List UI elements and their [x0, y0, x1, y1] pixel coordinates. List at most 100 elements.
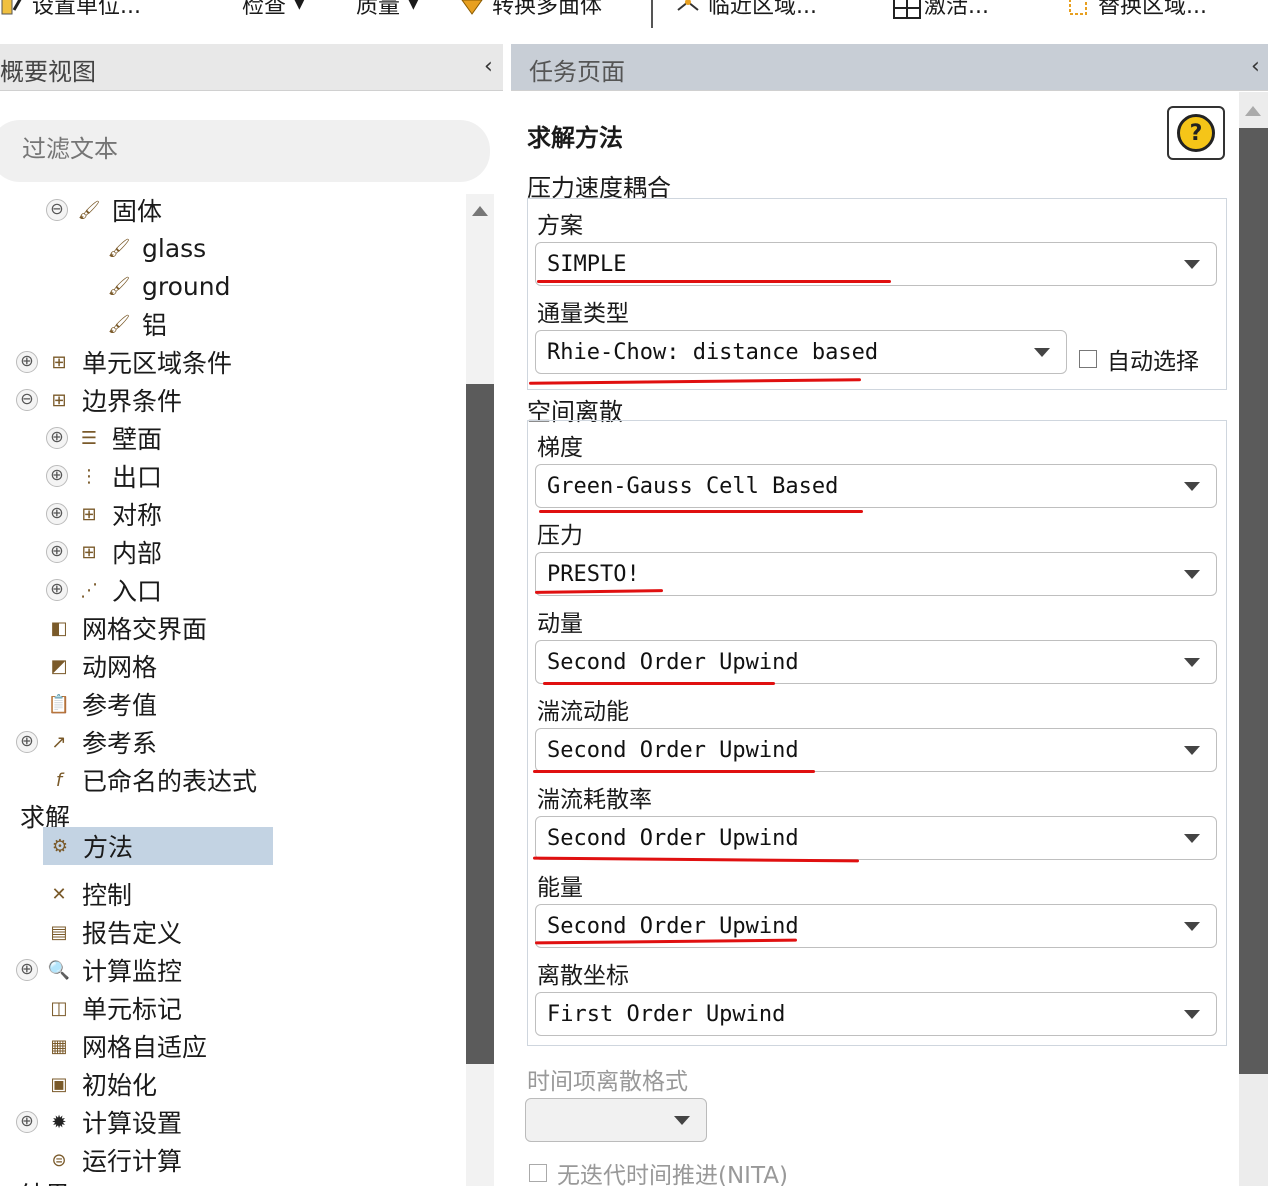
mesh-adaption-icon: ▦ — [50, 1035, 68, 1057]
adjacency-icon — [676, 0, 700, 16]
tree-item-symmetry[interactable]: ⊕ ⊞ 对称 — [46, 496, 162, 532]
calculation-activities-icon: ✹ — [51, 1111, 67, 1133]
checkbox-box[interactable] — [529, 1164, 547, 1182]
expand-icon[interactable]: ⊕ — [16, 1111, 38, 1133]
outline-title: 概要视图 — [0, 58, 96, 86]
tree-item-mesh-interfaces[interactable]: ◧ 网格交界面 — [48, 610, 207, 646]
outline-header: 概要视图 ‹ — [0, 44, 503, 91]
tree-item-run-calculation[interactable]: ⊜ 运行计算 — [48, 1142, 182, 1178]
annotation-underline — [539, 510, 863, 513]
adjacency-button[interactable]: 临近区域... — [676, 0, 817, 20]
scrollbar-thumb[interactable] — [1239, 128, 1268, 1074]
tree-item-aluminum[interactable]: 🖌 铝 — [108, 306, 167, 342]
controls-icon: ✕ — [51, 883, 67, 905]
solid-material-icon: 🖌 — [77, 199, 101, 221]
scrollbar-thumb[interactable] — [466, 384, 494, 1064]
expand-icon[interactable]: ⊕ — [46, 579, 68, 601]
expand-icon[interactable]: ⊕ — [16, 351, 38, 373]
cell-registers-icon: ◫ — [50, 997, 68, 1019]
expand-icon[interactable]: ⊕ — [46, 427, 68, 449]
expand-icon[interactable]: ⊕ — [16, 731, 38, 753]
tree-item-reference-values[interactable]: 📋 参考值 — [48, 686, 157, 722]
initialization-icon: ▣ — [50, 1073, 68, 1095]
dissipation-dropdown[interactable]: Second Order Upwind — [535, 816, 1217, 860]
reference-frame-icon: ↗ — [51, 731, 67, 753]
task-header: 任务页面 ‹ — [511, 44, 1268, 91]
boundary-icon: ⊞ — [51, 389, 67, 411]
discrete-ordinates-label: 离散坐标 — [537, 963, 629, 989]
expand-icon[interactable]: ⊕ — [46, 465, 68, 487]
tree-item-glass[interactable]: 🖌 glass — [108, 230, 207, 266]
tree-item-results[interactable]: 结果 — [20, 1178, 70, 1186]
activate-button[interactable]: 激活... — [892, 0, 989, 20]
scroll-up-icon[interactable] — [1245, 106, 1261, 116]
flux-type-label: 通量类型 — [537, 301, 629, 327]
tree-item-wall[interactable]: ⊕ ☰ 壁面 — [46, 420, 162, 456]
transient-formulation-dropdown[interactable] — [525, 1098, 707, 1142]
expand-icon[interactable]: ⊕ — [46, 503, 68, 525]
scroll-up-icon[interactable] — [472, 206, 488, 216]
tree-item-interior[interactable]: ⊕ ⊞ 内部 — [46, 534, 162, 570]
tree-item-outlet[interactable]: ⊕ ⋮ 出口 — [46, 458, 162, 494]
check-menu[interactable]: 检查 ▼ — [242, 0, 305, 20]
replace-zone-button[interactable]: 替换区域... — [1066, 0, 1207, 20]
tree-item-mesh-adaption[interactable]: ▦ 网格自适应 — [48, 1028, 207, 1064]
tree-item-named-expressions[interactable]: f 已命名的表达式 — [48, 762, 257, 798]
tree-item-cell-zone-conditions[interactable]: ⊕ ⊞ 单元区域条件 — [16, 344, 232, 380]
filter-input[interactable] — [20, 134, 444, 164]
gradient-dropdown[interactable]: Green-Gauss Cell Based — [535, 464, 1217, 508]
tree-item-dynamic-mesh[interactable]: ◩ 动网格 — [48, 648, 157, 684]
collapse-right-icon[interactable]: ‹ — [1251, 54, 1260, 79]
collapse-icon[interactable]: ⊖ — [46, 199, 68, 221]
flux-type-dropdown[interactable]: Rhie-Chow: distance based — [535, 330, 1067, 374]
discrete-ordinates-dropdown[interactable]: First Order Upwind — [535, 992, 1217, 1036]
tree-item-reference-frames[interactable]: ⊕ ↗ 参考系 — [16, 724, 157, 760]
symmetry-icon: ⊞ — [81, 503, 97, 525]
tree-item-ground[interactable]: 🖌 ground — [108, 268, 231, 304]
tree-item-boundary-conditions[interactable]: ⊖ ⊞ 边界条件 — [16, 382, 182, 418]
tree-item-cell-registers[interactable]: ◫ 单元标记 — [48, 990, 182, 1026]
monitors-icon: 🔍 — [47, 959, 71, 981]
tree-item-solid[interactable]: ⊖ 🖌 固体 — [46, 192, 162, 228]
tree-item-monitors[interactable]: ⊕ 🔍 计算监控 — [16, 952, 182, 988]
chevron-down-icon — [1184, 1010, 1200, 1019]
tke-dropdown[interactable]: Second Order Upwind — [535, 728, 1217, 772]
annotation-underline — [543, 682, 775, 685]
momentum-label: 动量 — [537, 611, 583, 637]
task-page-panel: 任务页面 ‹ 求解方法 ? 压力速度耦合 方案 SIMPLE 通量类型 Rhie… — [511, 44, 1268, 1186]
tree-item-initialization[interactable]: ▣ 初始化 — [48, 1066, 157, 1102]
annotation-underline — [533, 770, 815, 773]
collapse-left-icon[interactable]: ‹ — [484, 54, 493, 79]
cell-zone-icon: ⊞ — [51, 351, 67, 373]
chevron-down-icon: ▼ — [408, 0, 419, 12]
methods-icon: ⚙ — [51, 835, 69, 857]
tree-item-calculation-activities[interactable]: ⊕ ✹ 计算设置 — [16, 1104, 182, 1140]
tree-item-methods[interactable]: ⚙ 方法 — [43, 827, 273, 865]
help-icon: ? — [1177, 114, 1215, 152]
convert-polyhedra-button[interactable]: 转换多面体 — [460, 0, 602, 20]
report-definitions-icon: ▤ — [50, 921, 68, 943]
tree-item-report-definitions[interactable]: ▤ 报告定义 — [48, 914, 182, 950]
outlet-icon: ⋮ — [80, 465, 98, 487]
set-units-button[interactable]: 设置单位... — [0, 0, 141, 20]
outline-scrollbar[interactable] — [466, 194, 494, 1186]
quality-menu[interactable]: 质量 ▼ — [356, 0, 419, 20]
tree-item-controls[interactable]: ✕ 控制 — [48, 876, 132, 912]
chevron-down-icon — [674, 1116, 690, 1125]
task-scrollbar[interactable] — [1239, 92, 1268, 1186]
transient-formulation-label: 时间项离散格式 — [527, 1069, 688, 1095]
ribbon-toolbar: 设置单位... 检查 ▼ 质量 ▼ 转换多面体 临近区域... 激活... 替换… — [0, 0, 1268, 38]
auto-select-checkbox[interactable]: 自动选择 — [1079, 342, 1199, 376]
tree-item-inlet[interactable]: ⊕ ⋰ 入口 — [46, 572, 162, 608]
expand-icon[interactable]: ⊕ — [46, 541, 68, 563]
filter-box[interactable] — [0, 120, 490, 182]
replace-zone-icon — [1066, 0, 1090, 16]
expand-icon[interactable]: ⊕ — [16, 959, 38, 981]
units-icon — [0, 0, 24, 16]
help-button[interactable]: ? — [1167, 106, 1225, 160]
momentum-dropdown[interactable]: Second Order Upwind — [535, 640, 1217, 684]
nita-checkbox[interactable]: 无迭代时间推进(NITA) — [529, 1156, 788, 1186]
chevron-down-icon — [1034, 348, 1050, 357]
checkbox-box[interactable] — [1079, 350, 1097, 368]
collapse-icon[interactable]: ⊖ — [16, 389, 38, 411]
